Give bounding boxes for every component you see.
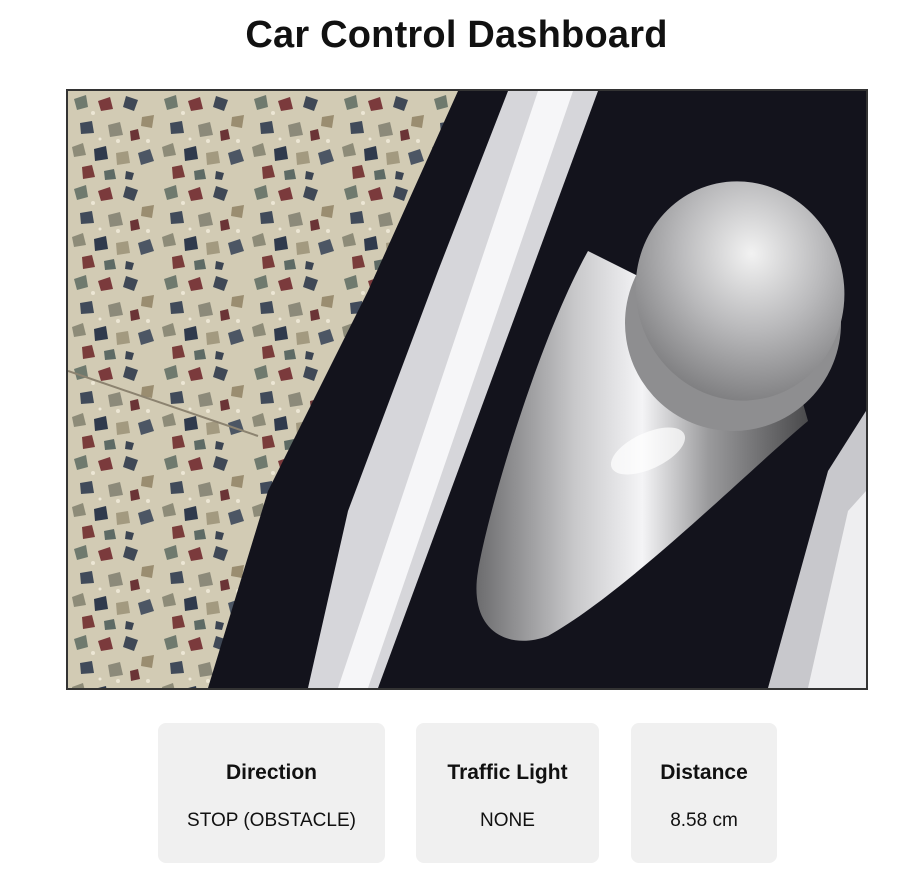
distance-value: 8.58 cm <box>670 810 738 831</box>
direction-card: Direction STOP (OBSTACLE) <box>158 723 385 863</box>
direction-label: Direction <box>225 761 317 784</box>
camera-feed <box>66 89 868 690</box>
page-title: Car Control Dashboard <box>245 14 668 56</box>
distance-label: Distance <box>660 761 748 784</box>
camera-image <box>68 91 866 688</box>
traffic-light-card: Traffic Light NONE <box>416 723 599 863</box>
distance-card: Distance 8.58 cm <box>631 723 777 863</box>
traffic-light-label: Traffic Light <box>447 761 568 784</box>
direction-value: STOP (OBSTACLE) <box>187 810 356 831</box>
traffic-light-value: NONE <box>480 810 535 831</box>
